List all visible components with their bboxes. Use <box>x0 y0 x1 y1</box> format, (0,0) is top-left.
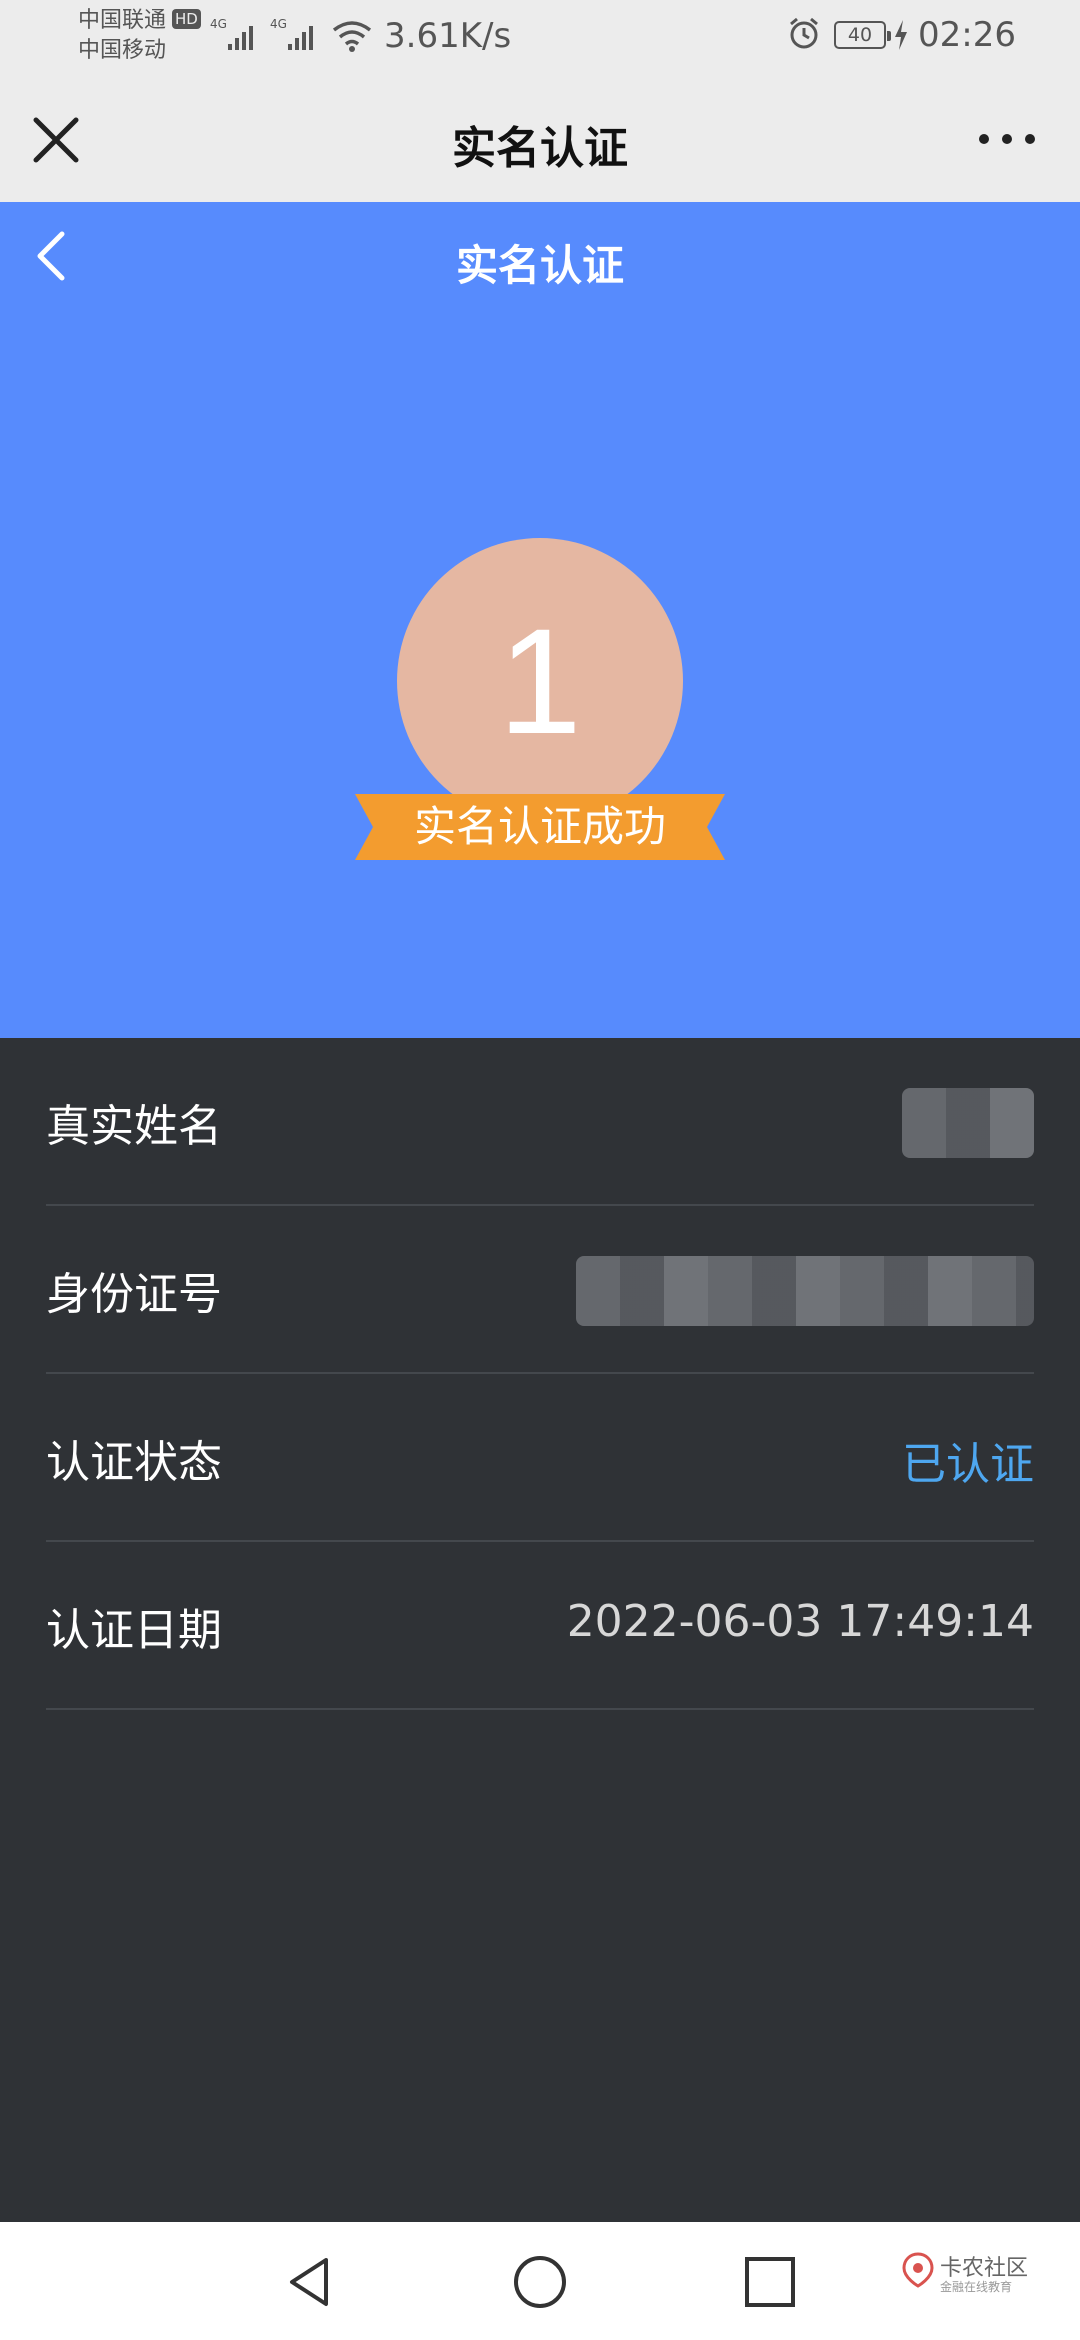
nav-home-icon[interactable] <box>512 2254 568 2310</box>
info-label: 真实姓名 <box>46 1101 222 1152</box>
network-speed: 3.61K/s <box>384 16 512 56</box>
info-label: 认证日期 <box>46 1605 222 1656</box>
info-list: 真实姓名 身份证号 认证状态 已认证 认证日期 2022-06-03 17:49… <box>46 1038 1034 1710</box>
hd-badge: HD <box>172 9 201 29</box>
battery-indicator: 40 <box>834 21 891 49</box>
nav-recents-icon[interactable] <box>742 2254 798 2310</box>
info-row-id-number: 身份证号 <box>46 1206 1034 1374</box>
redacted-value <box>902 1088 1034 1158</box>
wifi-icon <box>332 21 372 52</box>
watermark: 卡农社区 金融在线教育 <box>900 2250 1028 2294</box>
avatar: 1 <box>397 538 683 824</box>
wechat-header: 实名认证 <box>0 74 1080 202</box>
info-row-status: 认证状态 已认证 <box>46 1374 1034 1542</box>
success-badge-text: 实名认证成功 <box>413 802 666 851</box>
nav-back-icon[interactable] <box>282 2254 338 2310</box>
date-value: 2022-06-03 17:49:14 <box>566 1596 1034 1647</box>
info-label: 身份证号 <box>46 1269 222 1320</box>
alarm-icon <box>790 17 818 49</box>
info-row-date: 认证日期 2022-06-03 17:49:14 <box>46 1542 1034 1710</box>
charging-icon <box>895 20 907 50</box>
header-title: 实名认证 <box>452 123 628 174</box>
signal-icon: 4G <box>210 17 253 50</box>
watermark-subtitle: 金融在线教育 <box>940 2280 1013 2294</box>
redacted-value <box>576 1256 1034 1326</box>
verification-hero: 实名认证 1 实名认证成功 <box>0 202 1080 1038</box>
system-nav-bar: 卡农社区 金融在线教育 <box>0 2222 1080 2340</box>
net-type-1: 4G <box>210 17 227 31</box>
net-type-2: 4G <box>270 17 287 31</box>
carrier-1: 中国联通 <box>78 8 167 33</box>
watermark-logo-icon <box>902 2252 934 2288</box>
status-bar: 中国联通 HD 中国移动 4G 4G 3.61K/s 40 02:26 <box>0 0 1080 74</box>
carrier-info: 中国联通 HD 中国移动 <box>78 6 201 66</box>
clock: 02:26 <box>918 15 1016 55</box>
info-label: 认证状态 <box>46 1437 222 1488</box>
more-icon[interactable] <box>972 124 1042 154</box>
info-row-name: 真实姓名 <box>46 1038 1034 1206</box>
signal-icon-2: 4G <box>270 17 313 50</box>
page-title: 实名认证 <box>455 241 624 290</box>
carrier-2: 中国移动 <box>78 38 167 63</box>
status-value: 已认证 <box>902 1439 1034 1490</box>
